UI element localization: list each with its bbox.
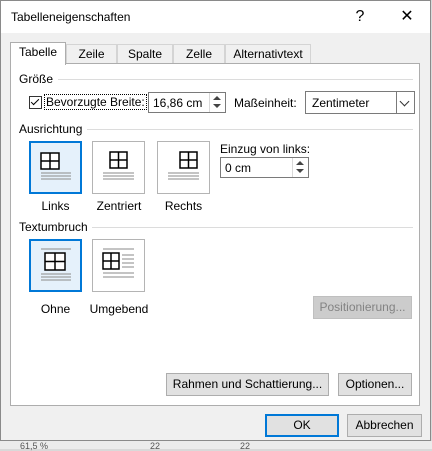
background-document-strip: 61,5 % 22 22 <box>0 441 432 451</box>
align-left-label: Links <box>41 199 70 213</box>
wrap-around-label: Umgebend <box>89 302 149 316</box>
alignment-separator <box>87 129 413 130</box>
cancel-button[interactable]: Abbrechen <box>347 414 422 437</box>
align-center-tile[interactable] <box>92 141 145 194</box>
positioning-button[interactable]: Positionierung... <box>313 296 412 319</box>
title-bar: Tabelleneigenschaften ? ✕ <box>1 1 430 33</box>
tab-spalte[interactable]: Spalte <box>117 44 173 64</box>
preferred-width-checkbox[interactable] <box>29 96 42 109</box>
spin-down-icon[interactable] <box>296 169 304 173</box>
tab-zeile[interactable]: Zeile <box>66 44 117 64</box>
wrap-none-label: Ohne <box>40 302 71 316</box>
text-wrapping-separator <box>92 227 413 228</box>
preferred-width-value: 16,86 cm <box>153 96 203 110</box>
wrap-none-tile[interactable] <box>29 239 82 292</box>
table-align-right-icon <box>168 151 199 180</box>
alignment-heading: Ausrichtung <box>19 122 83 136</box>
help-button[interactable]: ? <box>340 1 380 33</box>
table-properties-dialog: Tabelleneigenschaften ? ✕ Tabelle Zeile … <box>0 0 431 441</box>
unit-value: Zentimeter <box>312 96 370 110</box>
spin-down-icon[interactable] <box>213 104 221 108</box>
indent-value: 0 cm <box>225 161 252 175</box>
chevron-down-icon[interactable] <box>396 92 414 113</box>
indent-input[interactable]: 0 cm <box>220 157 309 178</box>
align-left-tile[interactable] <box>29 141 82 194</box>
tab-tabelle[interactable]: Tabelle <box>10 42 66 65</box>
indent-label: Einzug von links: <box>220 142 311 156</box>
tab-alternativtext[interactable]: Alternativtext <box>225 44 311 64</box>
close-button[interactable]: ✕ <box>387 1 427 33</box>
align-right-label: Rechts <box>164 199 203 213</box>
wrap-around-tile[interactable] <box>92 239 145 292</box>
spin-up-icon[interactable] <box>213 96 221 100</box>
wrap-around-icon <box>102 248 134 278</box>
size-heading: Größe <box>19 72 54 86</box>
wrap-none-icon <box>41 248 71 281</box>
align-right-tile[interactable] <box>157 141 210 194</box>
options-button[interactable]: Optionen... <box>338 373 412 396</box>
text-wrapping-heading: Textumbruch <box>19 220 88 234</box>
dialog-title: Tabelleneigenschaften <box>11 10 131 24</box>
unit-select[interactable]: Zentimeter <box>305 91 415 114</box>
tab-panel-tabelle: Größe Bevorzugte Breite: 16,86 cm Maßein… <box>10 63 420 406</box>
indent-spinner[interactable] <box>292 158 308 177</box>
preferred-width-label[interactable]: Bevorzugte Breite: <box>44 94 147 110</box>
table-align-center-icon <box>103 151 134 180</box>
preferred-width-spinner[interactable] <box>209 93 225 112</box>
background-cell: 22 <box>240 441 251 451</box>
background-cell: 22 <box>150 441 161 451</box>
ok-button[interactable]: OK <box>265 414 339 437</box>
borders-shading-button[interactable]: Rahmen und Schattierung... <box>166 373 329 396</box>
align-center-label: Zentriert <box>96 199 142 213</box>
spin-up-icon[interactable] <box>296 161 304 165</box>
preferred-width-input[interactable]: 16,86 cm <box>148 92 226 113</box>
unit-label: Maßeinheit: <box>234 96 297 110</box>
table-align-left-icon <box>40 152 71 180</box>
background-cell: 61,5 % <box>20 441 49 451</box>
tab-zelle[interactable]: Zelle <box>173 44 225 64</box>
size-separator <box>58 79 413 80</box>
